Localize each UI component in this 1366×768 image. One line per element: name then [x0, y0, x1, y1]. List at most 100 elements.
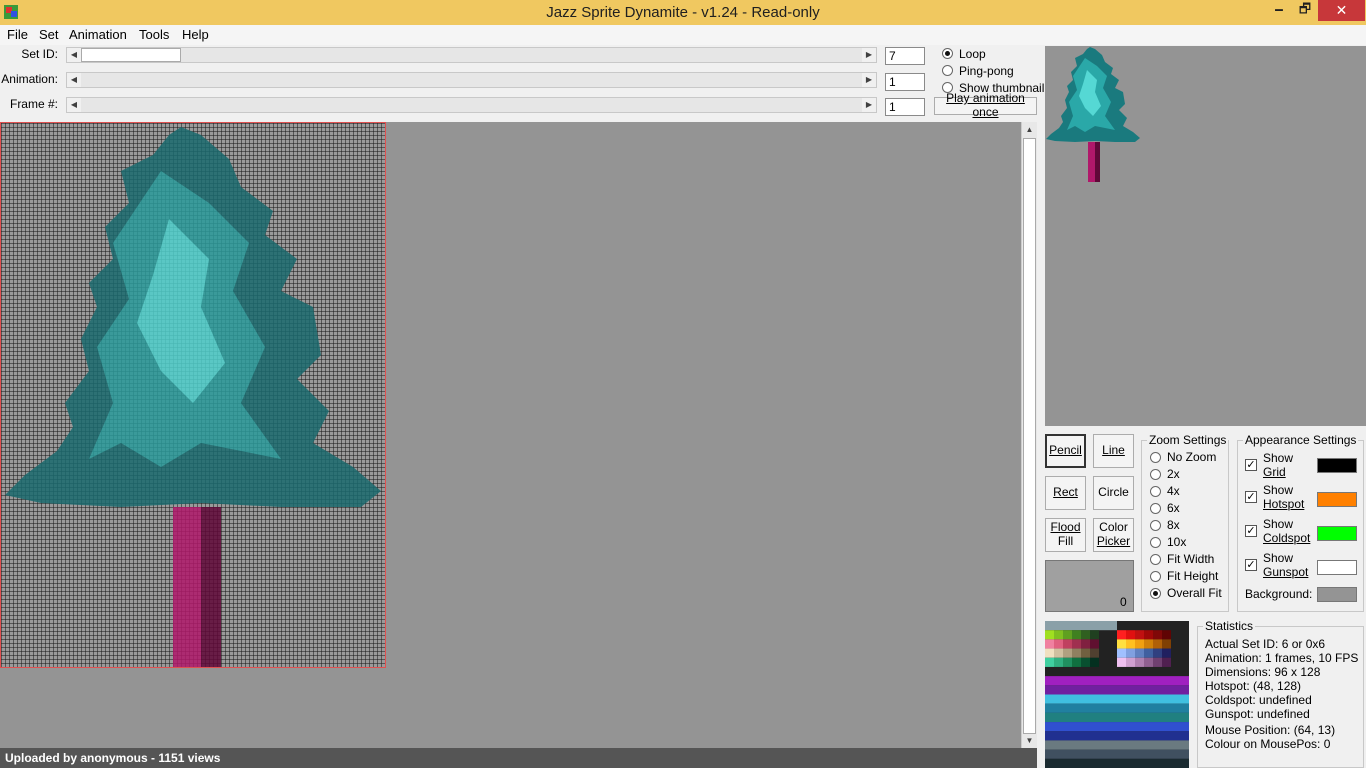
animation-scrollbar[interactable]: ◀ ▶	[66, 72, 877, 88]
statistics-title: Statistics	[1203, 619, 1256, 633]
zoom-8x-label: 8x	[1167, 518, 1180, 532]
menu-file[interactable]: File	[7, 27, 28, 42]
sprite-pixel-grid[interactable]	[0, 122, 386, 668]
color-picker-tool-button[interactable]: Color Picker	[1093, 518, 1134, 552]
vertical-scroll-thumb[interactable]	[1023, 138, 1036, 734]
zoom-6x-radio[interactable]	[1150, 503, 1161, 514]
close-button[interactable]: ✕	[1318, 0, 1365, 21]
stat-actual-set-id: Actual Set ID: 6 or 0x6	[1205, 637, 1326, 651]
ping-pong-radio[interactable]	[942, 65, 953, 76]
flood-fill-label-line2: Fill	[1057, 534, 1074, 548]
circle-tool-button[interactable]: Circle	[1093, 476, 1134, 510]
show-gunspot-label-line2: Gunspot	[1263, 565, 1309, 579]
scroll-left-icon[interactable]: ◀	[67, 73, 81, 87]
sprite-tree-image	[5, 127, 381, 667]
show-hotspot-label-line2: Hotspot	[1263, 497, 1305, 511]
scroll-left-icon[interactable]: ◀	[67, 98, 81, 112]
scroll-left-icon[interactable]: ◀	[67, 48, 81, 62]
frame-input[interactable]: 1	[885, 98, 925, 116]
zoom-overall-fit-label: Overall Fit	[1167, 586, 1222, 600]
zoom-no-zoom-radio[interactable]	[1150, 452, 1161, 463]
frame-label: Frame #:	[9, 97, 58, 111]
line-tool-button[interactable]: Line	[1093, 434, 1134, 468]
loop-label: Loop	[959, 47, 986, 61]
hotspot-color-swatch[interactable]	[1317, 492, 1357, 507]
stat-colour-on-mousepos: Colour on MousePos: 0	[1205, 737, 1331, 751]
rect-tool-button[interactable]: Rect	[1045, 476, 1086, 510]
set-id-scroll-thumb[interactable]	[81, 48, 181, 62]
zoom-settings-title: Zoom Settings	[1147, 433, 1229, 447]
zoom-4x-radio[interactable]	[1150, 486, 1161, 497]
play-animation-once-button[interactable]: Play animation once	[934, 91, 1037, 119]
show-hotspot-checkbox[interactable]: ✓	[1245, 491, 1257, 503]
scroll-right-icon[interactable]: ▶	[862, 48, 876, 62]
set-id-input[interactable]: 7	[885, 47, 925, 65]
zoom-6x-label: 6x	[1167, 501, 1180, 515]
gunspot-color-swatch[interactable]	[1317, 560, 1357, 575]
menu-set[interactable]: Set	[39, 27, 59, 42]
menu-help[interactable]: Help	[182, 27, 209, 42]
stat-hotspot: Hotspot: (48, 128)	[1205, 679, 1302, 693]
appearance-settings-title: Appearance Settings	[1243, 433, 1359, 447]
maximize-button[interactable]: 🗗	[1292, 0, 1318, 21]
background-label: Background:	[1245, 587, 1313, 601]
stat-mouse-position: Mouse Position: (64, 13)	[1205, 723, 1336, 737]
minimize-button[interactable]: 🗕	[1266, 0, 1292, 21]
upload-info-text: Uploaded by anonymous - 1151 views	[5, 751, 221, 765]
stat-coldspot: Coldspot: undefined	[1205, 693, 1312, 707]
animation-label: Animation:	[1, 72, 58, 86]
grid-color-swatch[interactable]	[1317, 458, 1357, 473]
animation-input[interactable]: 1	[885, 73, 925, 91]
zoom-overall-fit-radio[interactable]	[1150, 588, 1161, 599]
menu-tools[interactable]: Tools	[139, 27, 169, 42]
flood-fill-tool-button[interactable]: Flood Fill	[1045, 518, 1086, 552]
scroll-up-icon[interactable]: ▲	[1022, 125, 1037, 134]
zoom-fit-width-label: Fit Width	[1167, 552, 1215, 566]
color-palette[interactable]	[1045, 621, 1189, 768]
scroll-right-icon[interactable]: ▶	[862, 73, 876, 87]
show-hotspot-label-line1: Show	[1263, 483, 1294, 497]
zoom-no-zoom-label: No Zoom	[1167, 450, 1217, 464]
color-picker-label-line1: Color	[1099, 520, 1128, 535]
zoom-fit-width-radio[interactable]	[1150, 554, 1161, 565]
zoom-fit-height-radio[interactable]	[1150, 571, 1161, 582]
zoom-4x-label: 4x	[1167, 484, 1180, 498]
stat-dimensions: Dimensions: 96 x 128	[1205, 665, 1321, 679]
current-color-index: 0	[1120, 595, 1127, 609]
pencil-tool-button[interactable]: Pencil	[1045, 434, 1086, 468]
color-picker-label-line2: Picker	[1096, 534, 1131, 548]
sprite-thumbnail-image	[1046, 47, 1140, 182]
background-color-swatch[interactable]	[1317, 587, 1357, 602]
loop-radio[interactable]	[942, 48, 953, 59]
show-gunspot-label: Show Gunspot	[1263, 551, 1308, 579]
show-gunspot-checkbox[interactable]: ✓	[1245, 559, 1257, 571]
zoom-fit-height-label: Fit Height	[1167, 569, 1219, 583]
stat-gunspot: Gunspot: undefined	[1205, 707, 1310, 721]
menu-animation[interactable]: Animation	[69, 27, 127, 42]
thumbnail-preview	[1045, 46, 1366, 426]
window-title: Jazz Sprite Dynamite - v1.24 - Read-only	[546, 4, 820, 21]
zoom-2x-radio[interactable]	[1150, 469, 1161, 480]
set-id-label: Set ID:	[21, 47, 58, 61]
show-grid-label-line1: Show	[1263, 451, 1294, 465]
show-coldspot-checkbox[interactable]: ✓	[1245, 525, 1257, 537]
set-id-scrollbar[interactable]: ◀ ▶	[66, 47, 877, 63]
scroll-down-icon[interactable]: ▼	[1022, 736, 1037, 745]
zoom-2x-label: 2x	[1167, 467, 1180, 481]
show-coldspot-label-line1: Show	[1263, 517, 1294, 531]
show-grid-label: Show Grid	[1263, 451, 1293, 479]
canvas-vertical-scrollbar[interactable]: ▲ ▼	[1021, 122, 1037, 748]
zoom-8x-radio[interactable]	[1150, 520, 1161, 531]
title-bar: Jazz Sprite Dynamite - v1.24 - Read-only…	[0, 0, 1366, 25]
frame-scrollbar[interactable]: ◀ ▶	[66, 97, 877, 113]
menu-bar: File Set Animation Tools Help	[0, 25, 1366, 45]
flood-fill-label-line1: Flood	[1050, 520, 1081, 535]
zoom-10x-label: 10x	[1167, 535, 1187, 549]
show-gunspot-label-line1: Show	[1263, 551, 1294, 565]
zoom-10x-radio[interactable]	[1150, 537, 1161, 548]
ping-pong-label: Ping-pong	[959, 64, 1014, 78]
show-grid-checkbox[interactable]: ✓	[1245, 459, 1257, 471]
show-hotspot-label: Show Hotspot	[1263, 483, 1304, 511]
coldspot-color-swatch[interactable]	[1317, 526, 1357, 541]
scroll-right-icon[interactable]: ▶	[862, 98, 876, 112]
